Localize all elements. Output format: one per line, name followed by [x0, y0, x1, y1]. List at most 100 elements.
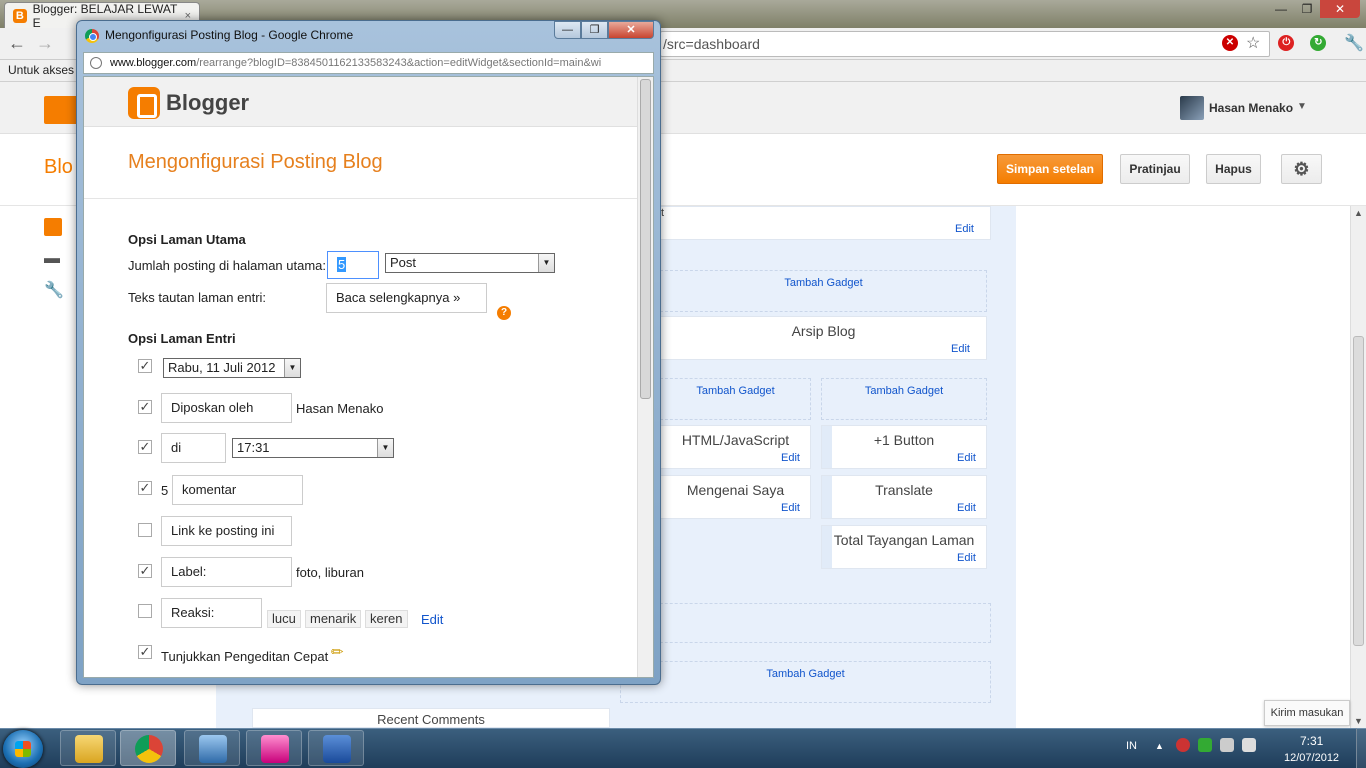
drag-handle[interactable] — [822, 526, 832, 568]
back-arrow-icon[interactable]: ← — [8, 33, 26, 54]
gadget-total-tayangan-laman[interactable]: Total Tayangan Laman Edit — [821, 525, 987, 569]
add-gadget-link[interactable]: Tambah Gadget — [620, 661, 991, 703]
wrench-menu-icon[interactable]: 🔧 — [1344, 33, 1364, 53]
delete-button[interactable]: Hapus — [1206, 154, 1261, 184]
gear-icon[interactable]: ⚙ — [1281, 154, 1322, 184]
network-icon[interactable] — [1198, 738, 1212, 752]
maximize-icon[interactable]: ❐ — [581, 21, 608, 39]
show-reactions-checkbox[interactable] — [138, 604, 152, 618]
clock-date[interactable]: 12/07/2012 — [1284, 752, 1339, 764]
maximize-icon[interactable]: ❐ — [1294, 0, 1320, 18]
gadget-translate[interactable]: Translate Edit — [821, 475, 987, 519]
user-name[interactable]: Hasan Menako — [1209, 101, 1293, 115]
scroll-up-icon[interactable]: ▲ — [1354, 208, 1363, 218]
minimize-icon[interactable]: — — [1268, 0, 1294, 18]
entry-link-input[interactable]: Baca selengkapnya » — [326, 283, 487, 313]
tray-expand-icon[interactable]: ▲ — [1155, 741, 1164, 751]
time-format-value: 17:31 — [237, 440, 270, 455]
at-input[interactable]: di — [161, 433, 226, 463]
close-window-icon[interactable]: ✕ — [1320, 0, 1360, 18]
page-scrollbar[interactable]: ▲ ▼ — [1350, 206, 1366, 728]
user-avatar[interactable] — [1180, 96, 1204, 120]
save-settings-button[interactable]: Simpan setelan — [997, 154, 1103, 184]
antivirus-icon[interactable] — [1176, 738, 1190, 752]
gadget-edit-link[interactable]: Edit — [781, 502, 800, 514]
preview-button[interactable]: Pratinjau — [1120, 154, 1190, 184]
taskbar-explorer[interactable] — [60, 730, 116, 766]
drag-handle[interactable] — [822, 426, 832, 468]
gadget-edit-link[interactable]: Edit — [955, 223, 974, 235]
post-link-input[interactable]: Link ke posting ini — [161, 516, 292, 546]
power-extension-icon[interactable]: ⏻ — [1278, 35, 1295, 51]
posted-by-input[interactable]: Diposkan oleh — [161, 393, 292, 423]
gadget-edit-link[interactable]: Edit — [951, 343, 970, 355]
show-time-checkbox[interactable]: ✓ — [138, 440, 152, 454]
popup-titlebar[interactable]: Mengonfigurasi Posting Blog - Google Chr… — [77, 21, 660, 51]
reactions-input[interactable]: Reaksi: — [161, 598, 262, 628]
show-post-link-checkbox[interactable] — [138, 523, 152, 537]
taskbar-chrome[interactable] — [120, 730, 176, 766]
gadget-edit-link[interactable]: Edit — [781, 452, 800, 464]
popup-url-bar[interactable]: www.blogger.com/rearrange?blogID=8384501… — [83, 52, 654, 74]
start-button[interactable] — [3, 730, 43, 768]
add-gadget-link[interactable]: Tambah Gadget — [821, 378, 987, 420]
scroll-down-icon[interactable]: ▼ — [1354, 716, 1363, 726]
clock-time[interactable]: 7:31 — [1300, 734, 1323, 748]
show-desktop-button[interactable] — [1356, 728, 1366, 768]
time-format-select[interactable]: 17:31 ▼ — [232, 438, 394, 458]
popup-scrollbar[interactable] — [637, 77, 653, 677]
reactions-edit-link[interactable]: Edit — [421, 612, 443, 627]
labels-input[interactable]: Label: — [161, 557, 292, 587]
add-gadget-link[interactable]: Tambah Gadget — [660, 378, 811, 420]
bookmark-item[interactable]: Untuk akses — [8, 63, 74, 77]
gadget-html-javascript[interactable]: HTML/JavaScript Edit — [660, 425, 811, 469]
chevron-down-icon[interactable]: ▼ — [1297, 101, 1307, 112]
gadget-top-fragment: t — [661, 207, 665, 219]
help-icon[interactable]: ? — [497, 306, 511, 320]
taskbar-word[interactable] — [308, 730, 364, 766]
gadget-recent-comments[interactable]: Recent Comments — [252, 708, 610, 728]
page-info-icon[interactable] — [90, 57, 102, 69]
address-bar-text: /src=dashboard — [663, 36, 760, 52]
posts-unit-select[interactable]: Post ▼ — [385, 253, 555, 273]
popup-scrollbar-thumb[interactable] — [640, 79, 651, 399]
gadget-arsip-blog[interactable]: Arsip Blog Edit — [660, 316, 987, 360]
language-indicator[interactable]: IN — [1126, 740, 1137, 752]
refresh-extension-icon[interactable]: ↻ — [1310, 35, 1327, 51]
wrench-icon[interactable]: 🔧 — [44, 280, 64, 299]
show-labels-checkbox[interactable]: ✓ — [138, 564, 152, 578]
forward-arrow-icon[interactable]: → — [36, 33, 54, 54]
feedback-button[interactable]: Kirim masukan — [1264, 700, 1350, 726]
comments-input[interactable]: komentar — [172, 475, 303, 505]
blog-title[interactable]: Blo — [44, 156, 73, 179]
gadget-top[interactable]: t Edit — [660, 206, 991, 240]
gadget-edit-link[interactable]: Edit — [957, 552, 976, 564]
author-name: Hasan Menako — [296, 401, 384, 416]
minimize-icon[interactable]: — — [554, 21, 581, 39]
star-bookmark-icon[interactable]: ☆ — [1246, 33, 1260, 53]
gadget-edit-link[interactable]: Edit — [957, 452, 976, 464]
date-format-select[interactable]: Rabu, 11 Juli 2012 ▼ — [163, 358, 301, 378]
taskbar-photo-app[interactable] — [184, 730, 240, 766]
paint-roller-icon[interactable]: ▬ — [44, 250, 62, 268]
popup-content: Blogger Mengonfigurasi Posting Blog Opsi… — [83, 76, 654, 678]
close-icon[interactable]: ✕ — [608, 21, 654, 39]
gadget-mengenai-saya[interactable]: Mengenai Saya Edit — [660, 475, 811, 519]
show-date-checkbox[interactable]: ✓ — [138, 359, 152, 373]
add-gadget-link[interactable]: Tambah Gadget — [660, 270, 987, 312]
show-author-checkbox[interactable]: ✓ — [138, 400, 152, 414]
address-bar[interactable]: /src=dashboard — [660, 31, 1270, 57]
scrollbar-thumb[interactable] — [1353, 336, 1364, 646]
adblock-icon[interactable]: ✕ — [1222, 35, 1238, 51]
quick-edit-checkbox[interactable]: ✓ — [138, 645, 152, 659]
add-gadget-area[interactable] — [620, 603, 991, 643]
device-icon[interactable] — [1220, 738, 1234, 752]
layout-icon[interactable] — [44, 218, 62, 236]
drag-handle[interactable] — [822, 476, 832, 518]
posts-count-input[interactable]: 5 — [327, 251, 379, 279]
gadget-edit-link[interactable]: Edit — [957, 502, 976, 514]
taskbar-graphics-app[interactable] — [246, 730, 302, 766]
gadget-plus-one-button[interactable]: +1 Button Edit — [821, 425, 987, 469]
volume-icon[interactable] — [1242, 738, 1256, 752]
show-comments-checkbox[interactable]: ✓ — [138, 481, 152, 495]
